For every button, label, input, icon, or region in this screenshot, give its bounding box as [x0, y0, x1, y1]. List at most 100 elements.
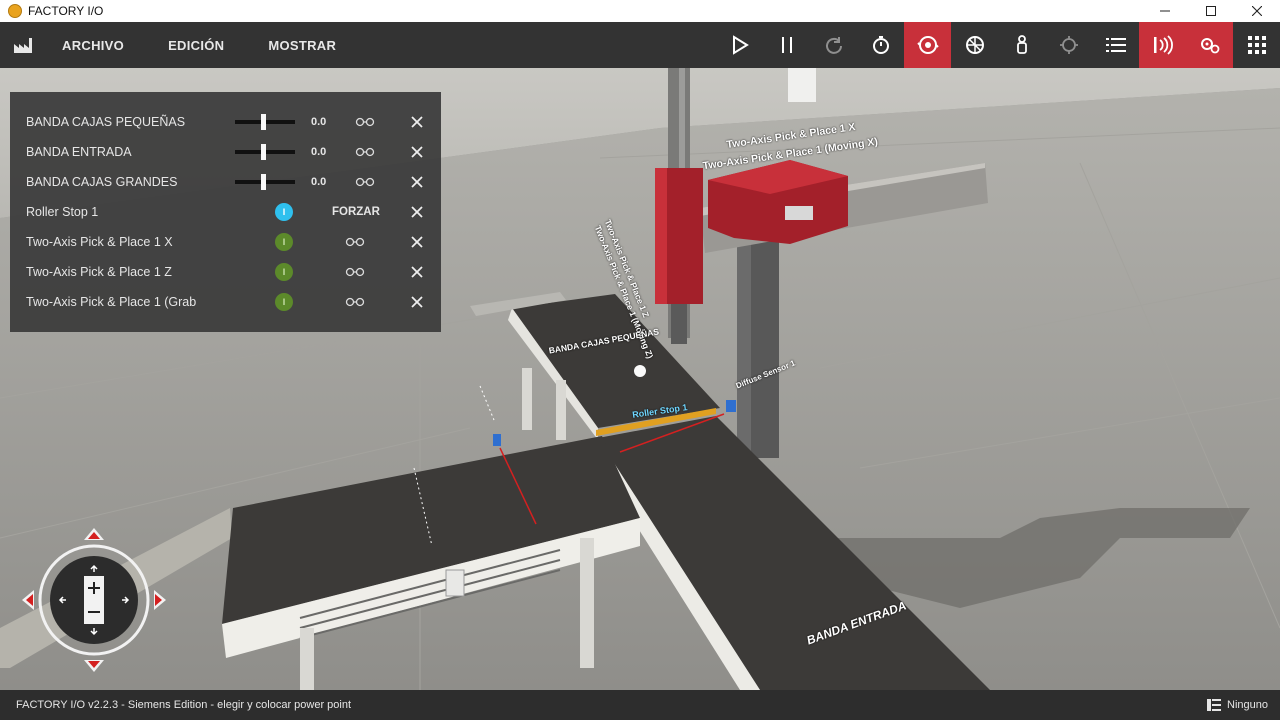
slider-knob[interactable] — [261, 114, 266, 130]
stopwatch-icon — [872, 36, 889, 54]
carriage-label-plate — [785, 206, 813, 220]
tag-label: Two-Axis Pick & Place 1 X — [26, 235, 173, 249]
glasses-icon[interactable] — [345, 237, 365, 247]
tag-label: BANDA CAJAS PEQUEÑAS — [26, 115, 186, 129]
sensors-icon — [1153, 35, 1173, 55]
gantry-post-side — [737, 228, 751, 458]
conveyor-leg — [580, 538, 594, 668]
tag-monitor-panel: BANDA CAJAS PEQUEÑAS 0.0 BANDA ENTRADA 0… — [10, 92, 441, 332]
reset-button[interactable] — [810, 22, 857, 68]
close-icon[interactable] — [408, 173, 426, 191]
menu-edicion[interactable]: EDICIÓN — [168, 38, 224, 53]
close-icon[interactable] — [408, 233, 426, 251]
minimize-button[interactable] — [1142, 0, 1188, 22]
tag-row: BANDA ENTRADA 0.0 — [10, 137, 441, 167]
window-title: FACTORY I/O — [28, 4, 104, 18]
glasses-icon[interactable] — [355, 117, 375, 127]
factory-logo-icon[interactable] — [0, 22, 48, 68]
tag-row: Two-Axis Pick & Place 1 Z I — [10, 257, 441, 287]
minimize-icon — [1160, 10, 1170, 12]
orbit-camera-button[interactable] — [904, 22, 951, 68]
diffuse-sensor — [726, 400, 736, 412]
slider-value: 0.0 — [311, 176, 327, 188]
input-indicator[interactable]: I — [275, 203, 293, 221]
conveyor-leg — [556, 380, 566, 440]
conveyor-leg — [522, 368, 532, 430]
glasses-icon[interactable] — [345, 267, 365, 277]
conveyor-leg — [300, 628, 314, 690]
menu-archivo[interactable]: ARCHIVO — [62, 38, 124, 53]
glasses-icon[interactable] — [355, 177, 375, 187]
speed-slider[interactable] — [235, 114, 295, 130]
close-icon[interactable] — [408, 263, 426, 281]
pause-icon — [781, 37, 792, 53]
camera-orbit-icon — [916, 36, 939, 54]
menu-mostrar[interactable]: MOSTRAR — [268, 38, 336, 53]
sensors-button[interactable] — [1139, 22, 1186, 68]
drivers-icon — [1200, 38, 1219, 54]
tag-row: Two-Axis Pick & Place 1 X I — [10, 227, 441, 257]
close-icon[interactable] — [408, 203, 426, 221]
play-button[interactable] — [716, 22, 763, 68]
drivers-button[interactable] — [1186, 22, 1233, 68]
tag-label: Roller Stop 1 — [26, 205, 99, 219]
maximize-icon — [1206, 6, 1216, 16]
tag-label: BANDA ENTRADA — [26, 145, 132, 159]
fly-camera-icon — [965, 36, 984, 54]
status-indicator: I — [275, 293, 293, 311]
reset-icon — [825, 37, 842, 54]
grid-menu-button[interactable] — [1233, 22, 1280, 68]
status-bar: FACTORY I/O v2.2.3 - Siemens Edition - e… — [0, 690, 1280, 720]
tag-row: BANDA CAJAS PEQUEÑAS 0.0 — [10, 107, 441, 137]
tag-row: BANDA CAJAS GRANDES 0.0 — [10, 167, 441, 197]
play-icon — [732, 35, 749, 55]
tag-row: Two-Axis Pick & Place 1 (Grab I — [10, 287, 441, 317]
driver-icon — [1207, 699, 1222, 711]
list-icon — [1105, 38, 1126, 52]
tag-label: BANDA CAJAS GRANDES — [26, 175, 178, 189]
slider-knob[interactable] — [261, 174, 266, 190]
driver-status[interactable]: Ninguno — [1207, 699, 1268, 711]
slider-value: 0.0 — [311, 146, 327, 158]
list-button[interactable] — [1092, 22, 1139, 68]
sensor-box — [493, 434, 501, 446]
speed-slider[interactable] — [235, 174, 295, 190]
close-window-button[interactable] — [1234, 0, 1280, 22]
speed-slider[interactable] — [235, 144, 295, 160]
glasses-icon[interactable] — [345, 297, 365, 307]
light-marker — [634, 365, 646, 377]
wall-door — [788, 68, 816, 102]
close-icon[interactable] — [408, 143, 426, 161]
stopwatch-button[interactable] — [857, 22, 904, 68]
grid-icon — [1247, 36, 1266, 54]
status-indicator: I — [275, 263, 293, 281]
close-icon[interactable] — [408, 293, 426, 311]
close-icon[interactable] — [408, 113, 426, 131]
conveyor-motor-plate — [445, 569, 465, 597]
tag-label: Two-Axis Pick & Place 1 Z — [26, 265, 172, 279]
status-indicator: I — [275, 233, 293, 251]
target-icon — [1059, 36, 1078, 54]
close-icon — [1252, 6, 1262, 16]
fly-camera-button[interactable] — [951, 22, 998, 68]
status-text: FACTORY I/O v2.2.3 - Siemens Edition - e… — [16, 699, 352, 711]
tag-row: Roller Stop 1 I FORZAR — [10, 197, 441, 227]
gantry-z-carriage-side — [655, 168, 667, 304]
force-button[interactable]: FORZAR — [332, 206, 380, 218]
factory-io-app-icon — [8, 4, 22, 18]
tag-label: Two-Axis Pick & Place 1 (Grab — [26, 295, 197, 309]
first-person-icon — [1016, 35, 1027, 54]
slider-value: 0.0 — [311, 116, 327, 128]
gripper — [671, 304, 687, 344]
window-controls — [1142, 0, 1280, 22]
slider-knob[interactable] — [261, 144, 266, 160]
pause-button[interactable] — [763, 22, 810, 68]
first-person-button[interactable] — [998, 22, 1045, 68]
navigation-widget[interactable] — [14, 520, 174, 680]
glasses-icon[interactable] — [355, 147, 375, 157]
target-button[interactable] — [1045, 22, 1092, 68]
toolbar — [716, 22, 1280, 68]
maximize-button[interactable] — [1188, 0, 1234, 22]
window-titlebar: FACTORY I/O — [0, 0, 1280, 22]
driver-label: Ninguno — [1227, 699, 1268, 711]
